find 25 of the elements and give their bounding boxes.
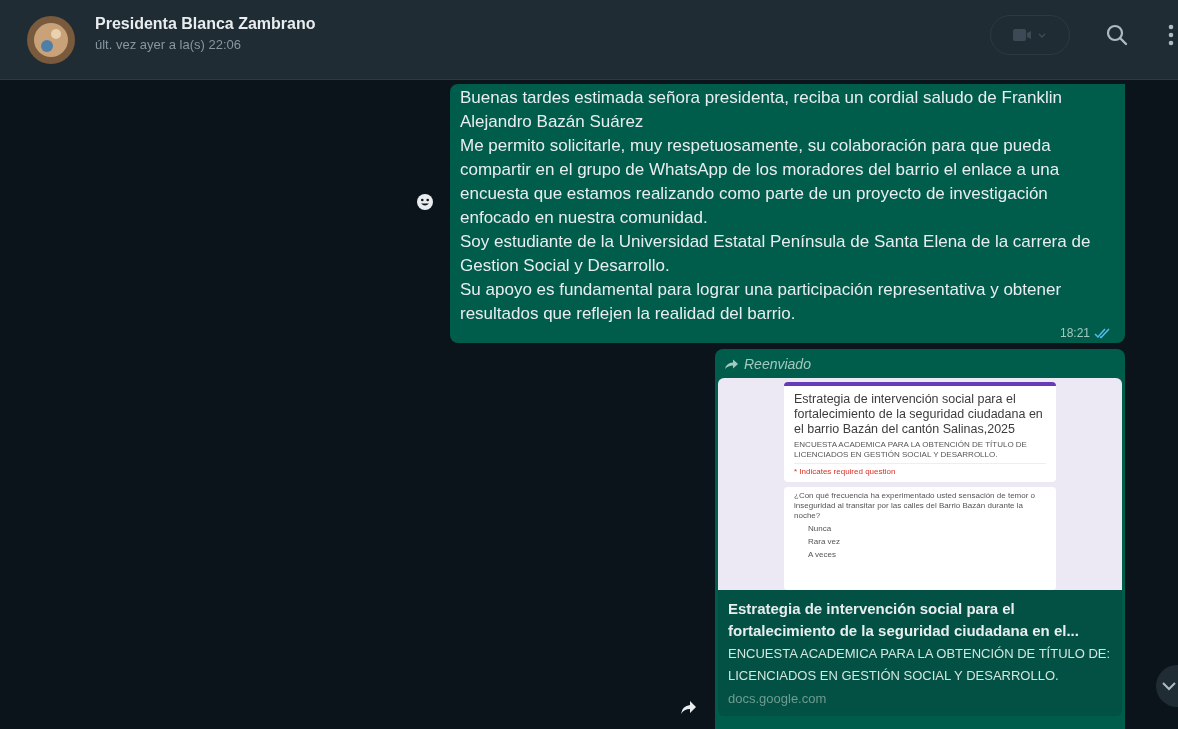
search-icon[interactable] [1106, 23, 1128, 46]
message-text: Buenas tardes estimada señora presidenta, reciba un cordial saludo de Franklin Alejandro Bazán Suárez [460, 87, 1063, 133]
form-question: ¿Con qué frecuencia ha experimentado usted sensación de temor o inseguridad al transitar por las calles del Barrio Bazán durante la noche? [794, 491, 1037, 521]
last-seen: últ. vez ayer a la(s) 22:06 [95, 37, 242, 52]
forwarded-label: Reenviado [744, 356, 811, 372]
form-option: Rara vez [794, 537, 1046, 547]
menu-icon[interactable] [1168, 23, 1174, 46]
message-text: Soy estudiante de la Universidad Estatal Península de Santa Elena de la carrera de Gestion Social y Desarrollo. [460, 231, 1092, 277]
message-time: 18:21 [1059, 326, 1090, 340]
video-camera-icon [1013, 26, 1047, 43]
link-description: ENCUESTA ACADEMICA PARA LA OBTENCIÓN DE TÍTULO DE: LICENCIADOS EN GESTIÓN SOCIAL Y DESARROLLO. [728, 645, 1112, 685]
message-text: Su apoyo es fundamental para lograr una participación representativa y obtener resultados que reflejen la realidad del barrio. [460, 279, 1063, 325]
contact-name: Presidenta Blanca Zambrano [95, 15, 316, 33]
form-option: A veces [794, 550, 1046, 560]
forwarded-icon [724, 358, 739, 370]
emoji-reaction-icon[interactable] [414, 191, 436, 213]
form-option: Nunca [794, 524, 1046, 534]
chevron-down-icon [1162, 681, 1176, 691]
link-domain: docs.google.com [728, 691, 828, 706]
form-subtitle: ENCUESTA ACADEMICA PARA LA OBTENCIÓN DE TÍTULO DE LICENCIADOS EN GESTIÓN SOCIAL Y DESARROLLO. [794, 440, 1028, 460]
form-title: Estrategia de intervención social para el fortalecimiento de la seguridad ciudadana en el barrio Bazán del cantón Salinas,2025 [794, 392, 1044, 437]
message-text: Me permito solicitarle, muy respetuosamente, su colaboración para que pueda compartir en el grupo de WhatsApp de los moradores del barrio el enlace a una encuesta que estamos realizando como parte de un proyecto de investigación enfocado en nuestra comunidad. [460, 135, 1061, 229]
link-title[interactable]: Estrategia de intervención social para el fortalecimiento de la seguridad ciudadana en el... [728, 598, 1112, 642]
avatar-icon[interactable] [27, 15, 75, 64]
required-note: * Indicates required question [794, 463, 1046, 476]
